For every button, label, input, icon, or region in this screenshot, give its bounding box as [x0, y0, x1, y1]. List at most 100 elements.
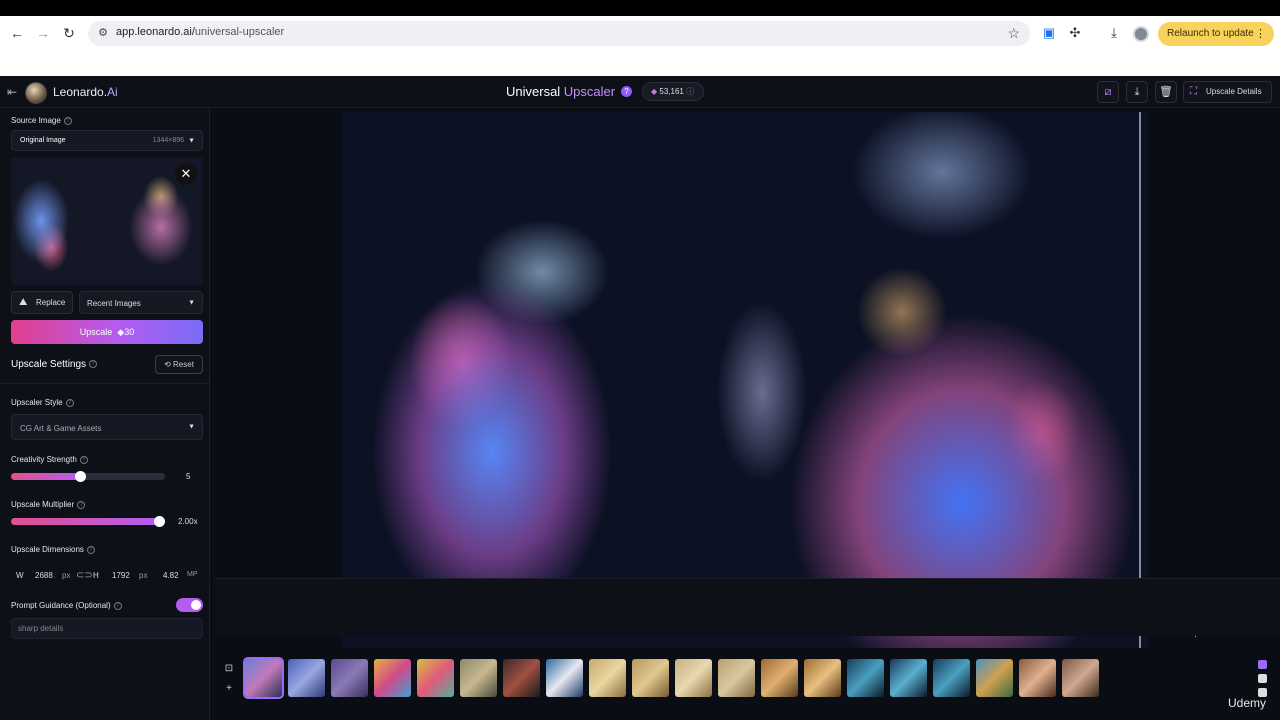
thumbnail[interactable] [243, 657, 284, 699]
thumbnail[interactable] [632, 659, 669, 697]
thumbnail[interactable] [589, 659, 626, 697]
profile-avatar[interactable] [1133, 26, 1149, 42]
width-label: W [16, 571, 24, 580]
thumbnail[interactable] [847, 659, 884, 697]
image-canvas: + − 100.0% [211, 108, 1280, 652]
history-filmstrip [214, 578, 1280, 636]
select-icon[interactable]: ⊡ [222, 662, 236, 676]
delete-icon[interactable]: 🗑 [1155, 81, 1177, 103]
relaunch-button[interactable]: Relaunch to update ⋮ [1158, 22, 1274, 46]
image-icon: ⛰ [19, 297, 28, 308]
multiplier-slider[interactable] [11, 516, 165, 527]
multiplier-slider-fill [11, 518, 160, 525]
multiplier-value: 2.00x [178, 517, 198, 526]
divider [0, 383, 209, 384]
app-header: ⇤ Leonardo.Ai Universal Upscaler ? ◆ 53,… [0, 76, 1280, 108]
thumbnail[interactable] [675, 659, 712, 697]
info-icon[interactable]: ? [65, 398, 74, 407]
thumbnail[interactable] [417, 659, 454, 697]
info-icon[interactable]: ? [113, 601, 122, 610]
upscale-multiplier-label: Upscale Multiplier? [11, 500, 86, 509]
extension-icon[interactable]: ▣ [1040, 24, 1058, 42]
add-icon[interactable]: + [222, 682, 236, 696]
thumbnail[interactable] [1062, 659, 1099, 697]
original-image-select[interactable]: Original Image 1344×896 ▼ [11, 130, 203, 151]
megapixel-unit: MP [187, 571, 198, 578]
thumbnail[interactable] [890, 659, 927, 697]
forward-arrow-icon[interactable]: → [34, 24, 52, 42]
height-label: H [93, 571, 99, 580]
token-icon: ◆ [651, 87, 658, 96]
list-view-icon[interactable] [1258, 674, 1267, 683]
height-unit: px [139, 571, 148, 580]
page-title: Universal Upscaler [506, 84, 616, 99]
menu-dots-icon[interactable]: ⋮ [1255, 22, 1266, 46]
upscaled-image[interactable] [342, 112, 1148, 648]
compare-divider-handle[interactable] [1139, 112, 1141, 648]
thumbnail[interactable] [546, 659, 583, 697]
thumbnail[interactable] [718, 659, 755, 697]
width-unit: px [62, 571, 71, 580]
info-icon[interactable]: ? [79, 455, 88, 464]
prompt-guidance-toggle[interactable] [176, 598, 203, 612]
grid-view-icon[interactable] [1258, 660, 1267, 669]
back-arrow-icon[interactable]: ← [8, 24, 26, 42]
prompt-input[interactable]: sharp details [11, 618, 203, 639]
os-topbar [0, 0, 1280, 16]
upscale-button[interactable]: Upscale ◆30 [11, 320, 203, 344]
caret-down-icon: ▼ [188, 299, 195, 306]
recent-images-select[interactable]: Recent Images ▼ [79, 291, 203, 314]
download-icon[interactable]: ⤓ [1105, 24, 1123, 42]
help-icon[interactable]: ? [621, 86, 632, 97]
source-image-label: Source Image? [11, 116, 72, 125]
address-bar[interactable]: ⚙ app.leonardo.ai/universal-upscaler ☆ [88, 21, 1030, 46]
thumbnail[interactable] [374, 659, 411, 697]
upscaler-style-label: Upscaler Style? [11, 398, 74, 407]
link-icon[interactable]: ⊂⊃ [76, 570, 93, 581]
prompt-guidance-label: Prompt Guidance (Optional)? [11, 601, 122, 610]
creativity-strength-label: Creativity Strength? [11, 455, 88, 464]
udemy-watermark: Udemy [1228, 696, 1267, 710]
creativity-slider-fill [11, 473, 81, 480]
megapixel-value: 4.82 [163, 571, 179, 580]
thumbnail[interactable] [503, 659, 540, 697]
height-value[interactable]: 1792 [112, 571, 130, 580]
exit-icon[interactable]: ⇤ [7, 85, 17, 99]
thumbnail[interactable] [804, 659, 841, 697]
upscale-dimensions-label: Upscale Dimensions? [11, 545, 95, 554]
upscaler-style-select[interactable]: CG Art & Game Assets ▼ [11, 414, 203, 440]
width-value[interactable]: 2688 [35, 571, 53, 580]
thumbnail-list [243, 657, 1099, 699]
thumbnail[interactable] [331, 659, 368, 697]
source-image-preview [11, 157, 203, 285]
info-icon[interactable]: ? [63, 116, 72, 125]
creativity-slider-knob[interactable] [75, 471, 86, 482]
creativity-slider[interactable] [11, 471, 165, 482]
expand-icon: ⛶ [1190, 86, 1197, 97]
puzzle-icon[interactable]: ✣ [1066, 24, 1084, 42]
reset-icon: ⟲ [164, 360, 171, 369]
thumbnail[interactable] [1019, 659, 1056, 697]
settings-sidebar: Source Image? Original Image 1344×896 ▼ … [0, 108, 210, 720]
upscale-details-button[interactable]: ⛶ Upscale Details [1183, 81, 1272, 103]
thumbnail[interactable] [288, 659, 325, 697]
thumbnail[interactable] [761, 659, 798, 697]
download-image-icon[interactable]: ⤓ [1126, 81, 1148, 103]
site-settings-icon[interactable]: ⚙ [96, 26, 110, 40]
user-avatar[interactable] [25, 82, 47, 104]
bookmark-star-icon[interactable]: ☆ [1007, 25, 1020, 42]
creativity-value: 5 [186, 472, 191, 481]
info-icon[interactable]: ? [86, 545, 95, 554]
info-icon[interactable]: ? [89, 360, 98, 369]
close-icon[interactable]: ✕ [175, 163, 197, 185]
reset-button[interactable]: ⟲ Reset [155, 355, 203, 374]
compare-icon[interactable]: ⧄ [1097, 81, 1119, 103]
multiplier-slider-knob[interactable] [154, 516, 165, 527]
info-icon[interactable]: ? [77, 500, 86, 509]
thumbnail[interactable] [460, 659, 497, 697]
thumbnail[interactable] [976, 659, 1013, 697]
replace-button[interactable]: ⛰ Replace [11, 291, 73, 314]
reload-icon[interactable]: ↻ [60, 24, 78, 42]
thumbnail[interactable] [933, 659, 970, 697]
browser-window: ← → ↻ ⚙ app.leonardo.ai/universal-upscal… [0, 16, 1280, 76]
